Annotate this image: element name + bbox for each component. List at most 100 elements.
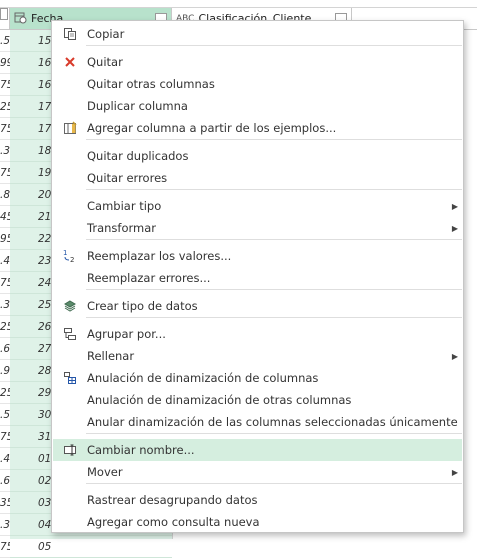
- menu-item-transformar[interactable]: Transformar ▶: [53, 217, 462, 239]
- menu-item-crear-tipo[interactable]: Crear tipo de datos: [53, 295, 462, 317]
- table-cell[interactable]: .3: [0, 140, 10, 162]
- menu-item-label: Rellenar: [87, 349, 135, 363]
- menu-separator: [86, 433, 462, 434]
- table-cell[interactable]: 45: [0, 206, 10, 228]
- menu-icon-slot: [53, 411, 87, 433]
- table-cell[interactable]: 75: [0, 162, 10, 184]
- menu-separator: [86, 45, 462, 46]
- menu-item-label: Agregar como consulta nueva: [87, 515, 260, 529]
- table-cell[interactable]: 75: [0, 536, 10, 558]
- menu-icon-slot: [53, 461, 87, 483]
- table-cell[interactable]: 05: [10, 536, 172, 558]
- column-prev-values: .599752575.375.84595.475.325.6.925.575.4…: [0, 30, 10, 558]
- table-cell[interactable]: .6: [0, 338, 10, 360]
- table-cell[interactable]: .8: [0, 184, 10, 206]
- menu-item-label: Quitar: [87, 55, 123, 69]
- menu-icon-slot: [53, 389, 87, 411]
- menu-separator: [86, 139, 462, 140]
- menu-item-label: Cambiar nombre...: [87, 443, 195, 457]
- menu-item-label: Anulación de dinamización de otras colum…: [87, 393, 352, 407]
- menu-icon-slot: [53, 217, 87, 239]
- menu-icon-slot: [53, 73, 87, 95]
- menu-item-agregar-consulta[interactable]: Agregar como consulta nueva: [53, 511, 462, 533]
- table-cell[interactable]: 25: [0, 316, 10, 338]
- unpivot-icon: [53, 367, 87, 389]
- menu-item-cambiar-nombre[interactable]: Cambiar nombre...: [53, 439, 462, 461]
- menu-item-label: Agrupar por...: [87, 327, 166, 341]
- svg-text:1: 1: [63, 249, 67, 257]
- menu-item-agrupar[interactable]: Agrupar por...: [53, 323, 462, 345]
- table-cell[interactable]: .3: [0, 514, 10, 536]
- chevron-right-icon: ▶: [451, 201, 459, 211]
- column-header-prev[interactable]: [0, 8, 10, 30]
- chevron-down-icon[interactable]: [0, 8, 8, 20]
- menu-item-label: Cambiar tipo: [87, 199, 162, 213]
- remove-x-icon: [53, 51, 87, 73]
- menu-icon-slot: [53, 95, 87, 117]
- menu-item-label: Mover: [87, 465, 123, 479]
- column-from-examples-icon: [53, 117, 87, 139]
- menu-item-rastrear[interactable]: Rastrear desagrupando datos: [53, 489, 462, 511]
- menu-item-label: Reemplazar errores...: [87, 271, 211, 285]
- menu-item-anular-seleccionadas[interactable]: Anular dinamización de las columnas sele…: [53, 411, 462, 433]
- menu-icon-slot: [53, 167, 87, 189]
- table-cell[interactable]: .3: [0, 294, 10, 316]
- menu-icon-slot: [53, 145, 87, 167]
- chevron-right-icon: ▶: [451, 467, 459, 477]
- menu-icon-slot: [53, 511, 87, 533]
- table-cell[interactable]: .5: [0, 30, 10, 52]
- menu-item-quitar-errores[interactable]: Quitar errores: [53, 167, 462, 189]
- menu-item-reemplazar-errores[interactable]: Reemplazar errores...: [53, 267, 462, 289]
- table-cell[interactable]: 75: [0, 118, 10, 140]
- context-menu: Copiar Quitar Quitar otras columnas Duplica…: [51, 20, 464, 533]
- menu-item-label: Transformar: [87, 221, 156, 235]
- copy-icon: [53, 23, 87, 45]
- menu-item-anulacion[interactable]: Anulación de dinamización de columnas: [53, 367, 462, 389]
- menu-item-agregar-ejemplos[interactable]: Agregar columna a partir de los ejemplos…: [53, 117, 462, 139]
- menu-icon-slot: [53, 267, 87, 289]
- menu-item-quitar-otras[interactable]: Quitar otras columnas: [53, 73, 462, 95]
- chevron-right-icon: ▶: [451, 351, 459, 361]
- table-cell[interactable]: 99: [0, 52, 10, 74]
- table-cell[interactable]: 35: [0, 492, 10, 514]
- group-by-icon: [53, 323, 87, 345]
- chevron-right-icon: ▶: [451, 223, 459, 233]
- menu-item-cambiar-tipo[interactable]: Cambiar tipo ▶: [53, 195, 462, 217]
- menu-item-label: Quitar duplicados: [87, 149, 189, 163]
- table-cell[interactable]: 95: [0, 228, 10, 250]
- menu-item-label: Duplicar columna: [87, 99, 188, 113]
- rename-icon: [53, 439, 87, 461]
- menu-separator: [86, 317, 462, 318]
- menu-separator: [86, 189, 462, 190]
- menu-item-anulacion-otras[interactable]: Anulación de dinamización de otras colum…: [53, 389, 462, 411]
- menu-item-copiar[interactable]: Copiar: [53, 23, 462, 45]
- table-cell[interactable]: 25: [0, 382, 10, 404]
- menu-icon-slot: [53, 489, 87, 511]
- menu-item-quitar[interactable]: Quitar: [53, 51, 462, 73]
- menu-item-label: Copiar: [87, 27, 125, 41]
- menu-item-label: Reemplazar los valores...: [87, 249, 232, 263]
- menu-item-label: Anular dinamización de las columnas sele…: [87, 415, 458, 429]
- date-type-icon[interactable]: [14, 11, 27, 27]
- menu-item-label: Rastrear desagrupando datos: [87, 493, 258, 507]
- data-type-icon: [53, 295, 87, 317]
- table-cell[interactable]: .5: [0, 404, 10, 426]
- menu-separator: [86, 289, 462, 290]
- table-cell[interactable]: 25: [0, 96, 10, 118]
- menu-item-quitar-duplicados[interactable]: Quitar duplicados: [53, 145, 462, 167]
- table-cell[interactable]: .9: [0, 360, 10, 382]
- menu-item-reemplazar-valores[interactable]: 1 2 Reemplazar los valores...: [53, 245, 462, 267]
- table-cell[interactable]: 75: [0, 272, 10, 294]
- menu-item-mover[interactable]: Mover ▶: [53, 461, 462, 483]
- menu-item-rellenar[interactable]: Rellenar ▶: [53, 345, 462, 367]
- menu-separator: [86, 483, 462, 484]
- table-cell[interactable]: 75: [0, 426, 10, 448]
- menu-item-label: Agregar columna a partir de los ejemplos…: [87, 121, 337, 135]
- table-cell[interactable]: .4: [0, 250, 10, 272]
- menu-item-label: Quitar errores: [87, 171, 168, 185]
- menu-icon-slot: [53, 345, 87, 367]
- table-cell[interactable]: .4: [0, 448, 10, 470]
- table-cell[interactable]: 75: [0, 74, 10, 96]
- menu-item-duplicar[interactable]: Duplicar columna: [53, 95, 462, 117]
- table-cell[interactable]: .6: [0, 470, 10, 492]
